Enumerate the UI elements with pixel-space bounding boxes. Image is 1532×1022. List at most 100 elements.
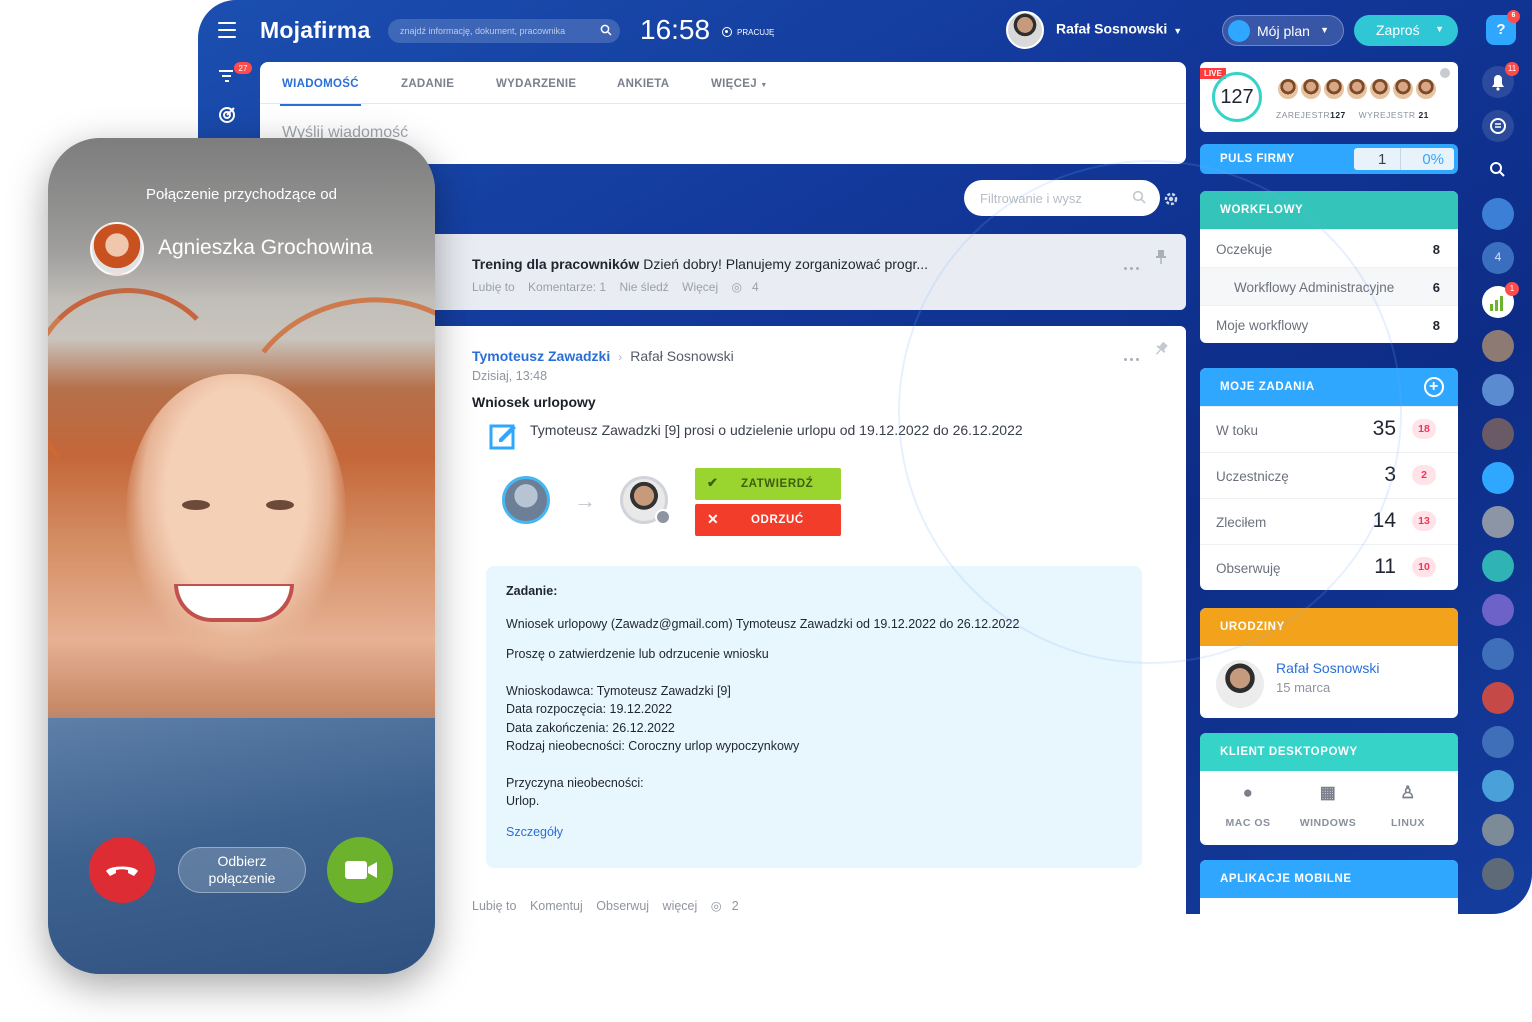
check-icon: ✔: [707, 475, 719, 490]
list-item[interactable]: Workflowy Administracyjne 6: [1200, 267, 1458, 305]
avatar[interactable]: [1482, 814, 1514, 846]
chat-icon[interactable]: [1482, 110, 1514, 142]
download-linux[interactable]: ♙ LINUX: [1368, 783, 1448, 829]
unfollow-link[interactable]: Nie śledź: [619, 280, 668, 294]
group-chat-icon[interactable]: [1482, 198, 1514, 230]
my-plan-button[interactable]: Mój plan ▼: [1222, 15, 1344, 46]
author-link[interactable]: Tymoteusz Zawadzki: [472, 348, 610, 364]
rocket-icon: [1228, 20, 1250, 42]
brand-name[interactable]: Mojafirma: [260, 17, 370, 44]
list-item[interactable]: W toku 35 18: [1200, 406, 1458, 452]
details-link[interactable]: Szczegóły: [506, 823, 1122, 842]
clock: 16:58: [640, 14, 711, 45]
user-name: Rafał Sosnowski: [1056, 20, 1168, 37]
approve-button[interactable]: ✔ ZATWIERDŹ: [695, 468, 841, 500]
linux-icon: ♙: [1400, 783, 1416, 802]
invite-button[interactable]: Zaproś ▼: [1354, 15, 1458, 46]
more-link[interactable]: więcej: [663, 899, 698, 913]
more-link[interactable]: Więcej: [682, 280, 718, 294]
tab-poll[interactable]: ANKIETA: [617, 78, 669, 90]
filter-icon[interactable]: 27: [216, 62, 252, 88]
row-value: 11: [1374, 555, 1396, 578]
search-icon[interactable]: [1482, 154, 1514, 186]
gear-icon[interactable]: [1440, 68, 1450, 78]
tab-task[interactable]: ZADANIE: [401, 78, 454, 90]
pin-icon[interactable]: [1153, 340, 1170, 357]
row-label: Zleciłem: [1216, 515, 1267, 530]
avatar[interactable]: [1482, 418, 1514, 450]
more-options-icon[interactable]: [1124, 257, 1142, 270]
chat-room-icon[interactable]: [1482, 726, 1514, 758]
avatar[interactable]: [1482, 330, 1514, 362]
tab-more[interactable]: WIĘCEJ ▼: [711, 78, 768, 90]
request-text: Tymoteusz Zawadzki [9] prosi o udzieleni…: [530, 422, 1023, 438]
decline-call-button[interactable]: [89, 837, 155, 903]
like-link[interactable]: Lubię to: [472, 280, 515, 294]
row-label: Oczekuje: [1216, 242, 1273, 257]
company-pulse-widget[interactable]: PULS FIRMY 1 0%: [1200, 144, 1458, 174]
crm-icon[interactable]: [1482, 374, 1514, 406]
list-item[interactable]: Zleciłem 14 13: [1200, 498, 1458, 544]
list-item[interactable]: Moje workflowy 8: [1200, 305, 1458, 343]
task-line: Proszę o zatwierdzenie lub odrzucenie wn…: [506, 647, 769, 661]
chat-room-icon[interactable]: [1482, 682, 1514, 714]
reject-button[interactable]: ✕ ODRZUĆ: [695, 504, 841, 536]
list-item[interactable]: Obserwuję 11 10: [1200, 544, 1458, 590]
pin-icon[interactable]: [1156, 250, 1166, 264]
chat-room-icon[interactable]: [1482, 638, 1514, 670]
recipient-link[interactable]: Rafał Sosnowski: [630, 348, 734, 364]
live-avatars: [1276, 77, 1438, 106]
phone-hangup-icon: [106, 866, 138, 876]
birthday-item[interactable]: Rafał Sosnowski 15 marca: [1200, 646, 1458, 718]
like-link[interactable]: Lubię to: [472, 899, 516, 913]
post-date: Dzisiaj, 13:48: [472, 369, 548, 383]
tab-message[interactable]: WIADOMOŚĆ: [280, 78, 361, 106]
menu-icon[interactable]: [218, 22, 236, 38]
feed-filter-input[interactable]: Filtrowanie i wysz: [964, 180, 1160, 216]
chat-room-icon[interactable]: [1482, 594, 1514, 626]
os-label: MAC OS: [1225, 817, 1271, 829]
arrow-right-icon: →: [574, 488, 596, 513]
video-call-button[interactable]: [327, 837, 393, 903]
avatar[interactable]: [1482, 770, 1514, 802]
post-actions: Lubię to Komentuj Obserwuj więcej ◎ 2: [472, 898, 759, 913]
answer-call-button[interactable]: Odbierz połączenie: [178, 847, 306, 893]
row-label: W toku: [1216, 423, 1259, 438]
download-windows[interactable]: ▦ WINDOWS: [1288, 783, 1368, 829]
follow-link[interactable]: Obserwuj: [596, 899, 649, 913]
avatar[interactable]: [1482, 858, 1514, 890]
tab-event[interactable]: WYDARZENIE: [496, 78, 576, 90]
edit-document-icon: [489, 424, 516, 450]
avatar[interactable]: [1482, 506, 1514, 538]
chevron-down-icon: ▼: [1320, 25, 1329, 35]
user-menu[interactable]: Rafał Sosnowski ▼: [1006, 11, 1182, 49]
target-icon[interactable]: [216, 104, 238, 126]
comment-link[interactable]: Komentuj: [530, 899, 583, 913]
list-item[interactable]: Oczekuje 8: [1200, 229, 1458, 267]
row-value: 8: [1432, 242, 1440, 257]
live-widget[interactable]: LIVE 127 ZAREJESTR127 WYREJESTR 21: [1200, 62, 1458, 132]
global-search-input[interactable]: znajdź informację, dokument, pracownika: [388, 19, 620, 43]
work-status[interactable]: PRACUJĘ: [722, 27, 774, 37]
more-options-icon[interactable]: [1124, 348, 1142, 361]
right-rail: 11 4 1: [1482, 62, 1522, 902]
bell-icon[interactable]: 11: [1482, 62, 1519, 98]
chart-icon[interactable]: 1: [1482, 282, 1519, 318]
chat-room-icon[interactable]: [1482, 550, 1514, 582]
os-label: WINDOWS: [1299, 817, 1357, 829]
gear-icon[interactable]: [1162, 190, 1180, 208]
add-icon[interactable]: +: [1424, 377, 1444, 397]
avatar: [1216, 660, 1264, 708]
download-macos[interactable]: ● MAC OS: [1208, 783, 1288, 829]
my-tasks-widget: MOJE ZADANIA + W toku 35 18 Uczestniczę 3 2 Z…: [1200, 368, 1458, 590]
left-rail: 27: [216, 62, 252, 142]
task-line: Rodzaj nieobecności: Coroczny urlop wypo…: [506, 739, 800, 753]
chevron-down-icon: ▼: [1173, 25, 1183, 36]
user-clock-icon[interactable]: [1482, 462, 1514, 494]
feed-post-training[interactable]: Trening dla pracowników Dzień dobry! Plan…: [428, 234, 1186, 310]
help-button[interactable]: ? 6: [1486, 10, 1520, 45]
notification-badge: 11: [1505, 62, 1519, 76]
comments-link[interactable]: Komentarze: 1: [528, 280, 606, 294]
counter-icon[interactable]: 4: [1482, 242, 1514, 274]
list-item[interactable]: Uczestniczę 3 2: [1200, 452, 1458, 498]
